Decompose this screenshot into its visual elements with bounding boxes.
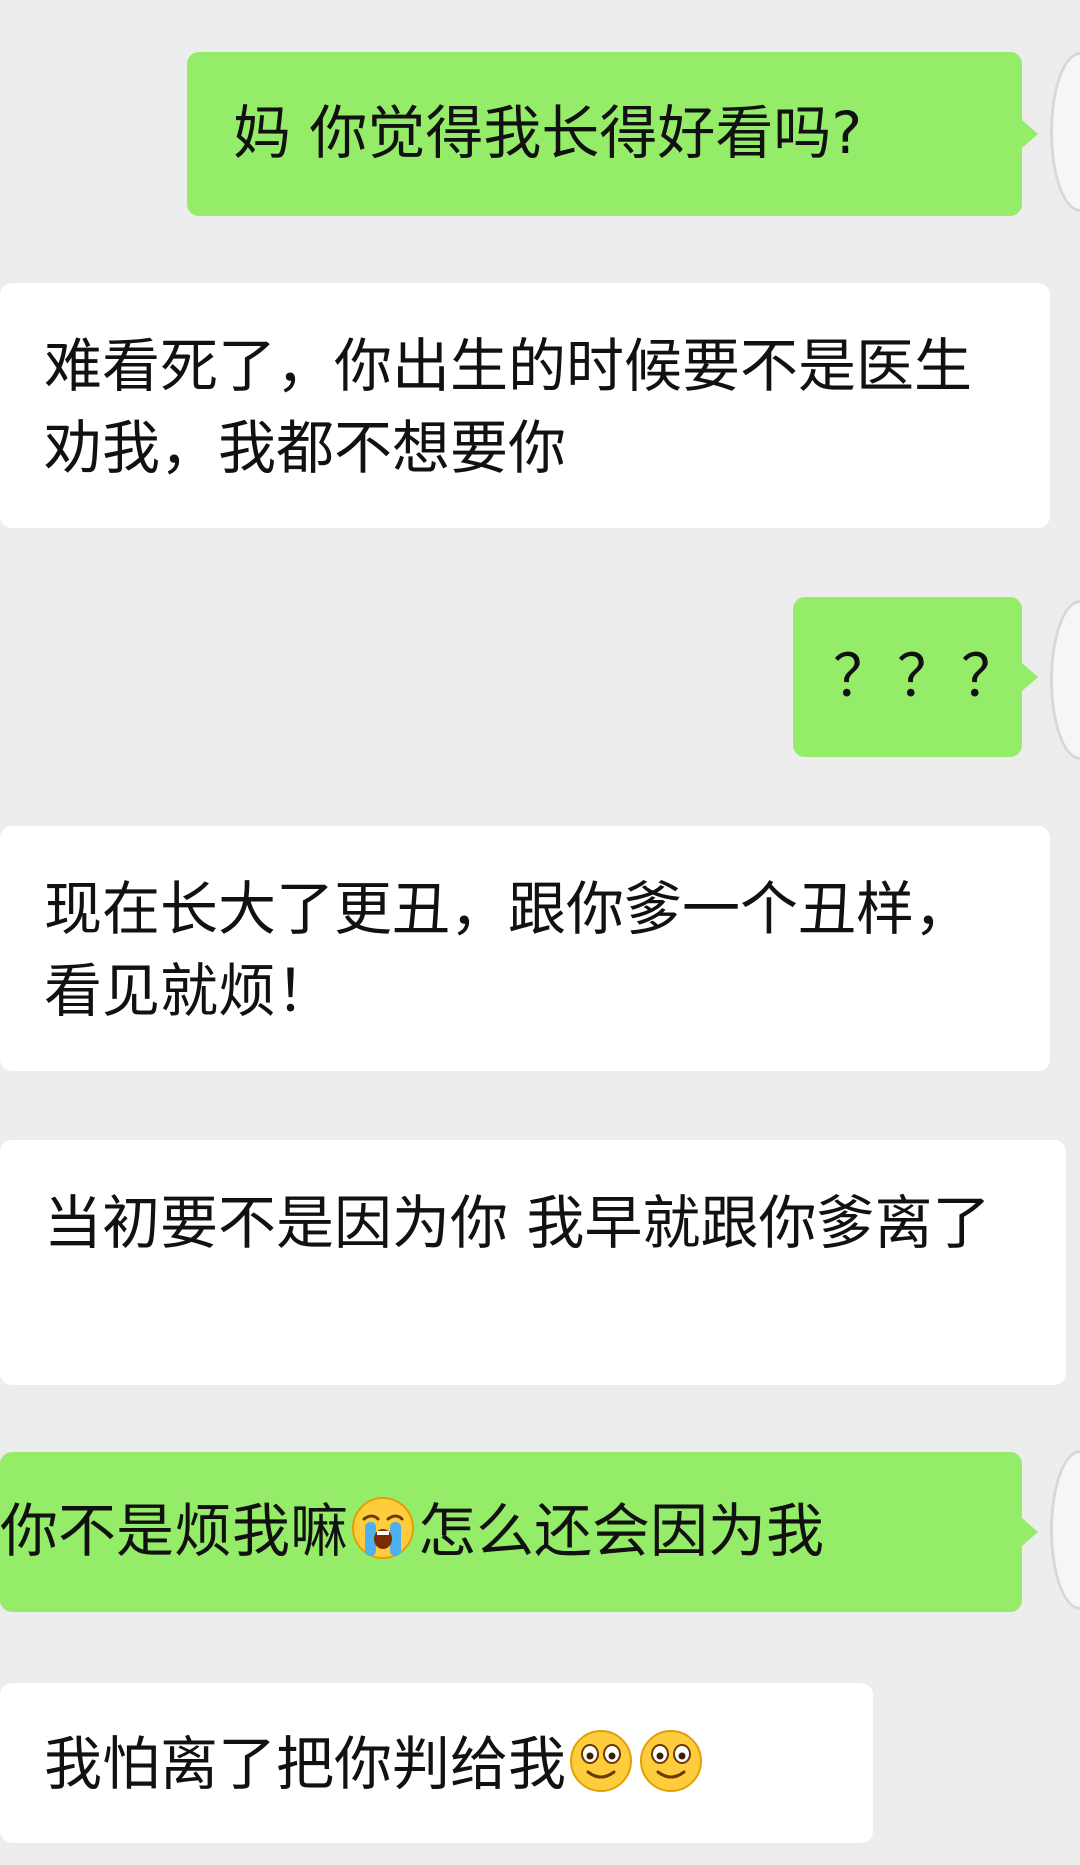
message-bubble-received[interactable]: 当初要不是因为你 我早就跟你爹离了 <box>0 1140 1066 1385</box>
message-bubble-received[interactable]: 现在长大了更丑，跟你爹一个丑样，看见就烦！ <box>0 826 1050 1071</box>
message-bubble-sent[interactable]: 妈 你觉得我长得好看吗? <box>187 52 1022 216</box>
message-text: ？？？ <box>833 642 1026 710</box>
avatar[interactable] <box>1050 52 1080 212</box>
bubble-tail <box>1022 120 1038 148</box>
message-text: 你不是烦我嘛 <box>0 1497 349 1565</box>
message-text: 我怕离了把你判给我 <box>44 1730 567 1798</box>
chat-window: 妈 你觉得我长得好看吗? 难看死了，你出生的时候要不是医生劝我，我都不想要你 ？… <box>0 0 1080 1865</box>
message-text: 难看死了，你出生的时候要不是医生劝我，我都不想要你 <box>44 332 973 482</box>
smiling-face-icon <box>568 1728 634 1794</box>
bubble-tail <box>1022 663 1038 691</box>
message-bubble-received[interactable]: 难看死了，你出生的时候要不是医生劝我，我都不想要你 <box>0 283 1050 528</box>
message-bubble-sent[interactable]: 你不是烦我嘛 怎么还会因为我 <box>0 1452 1022 1612</box>
bubble-tail <box>1022 1518 1038 1546</box>
avatar[interactable] <box>1050 1450 1080 1610</box>
message-bubble-sent[interactable]: ？？？ <box>793 597 1022 757</box>
message-bubble-received[interactable]: 我怕离了把你判给我 <box>0 1683 873 1843</box>
loudly-crying-face-icon <box>350 1495 416 1561</box>
message-text: 当初要不是因为你 我早就跟你爹离了 <box>44 1189 991 1257</box>
message-text: 妈 你觉得我长得好看吗? <box>233 99 863 167</box>
smiling-face-icon <box>638 1728 704 1794</box>
message-text: 现在长大了更丑，跟你爹一个丑样，看见就烦！ <box>44 875 973 1025</box>
message-text: 怎么还会因为我 <box>418 1497 825 1565</box>
avatar[interactable] <box>1050 600 1080 760</box>
